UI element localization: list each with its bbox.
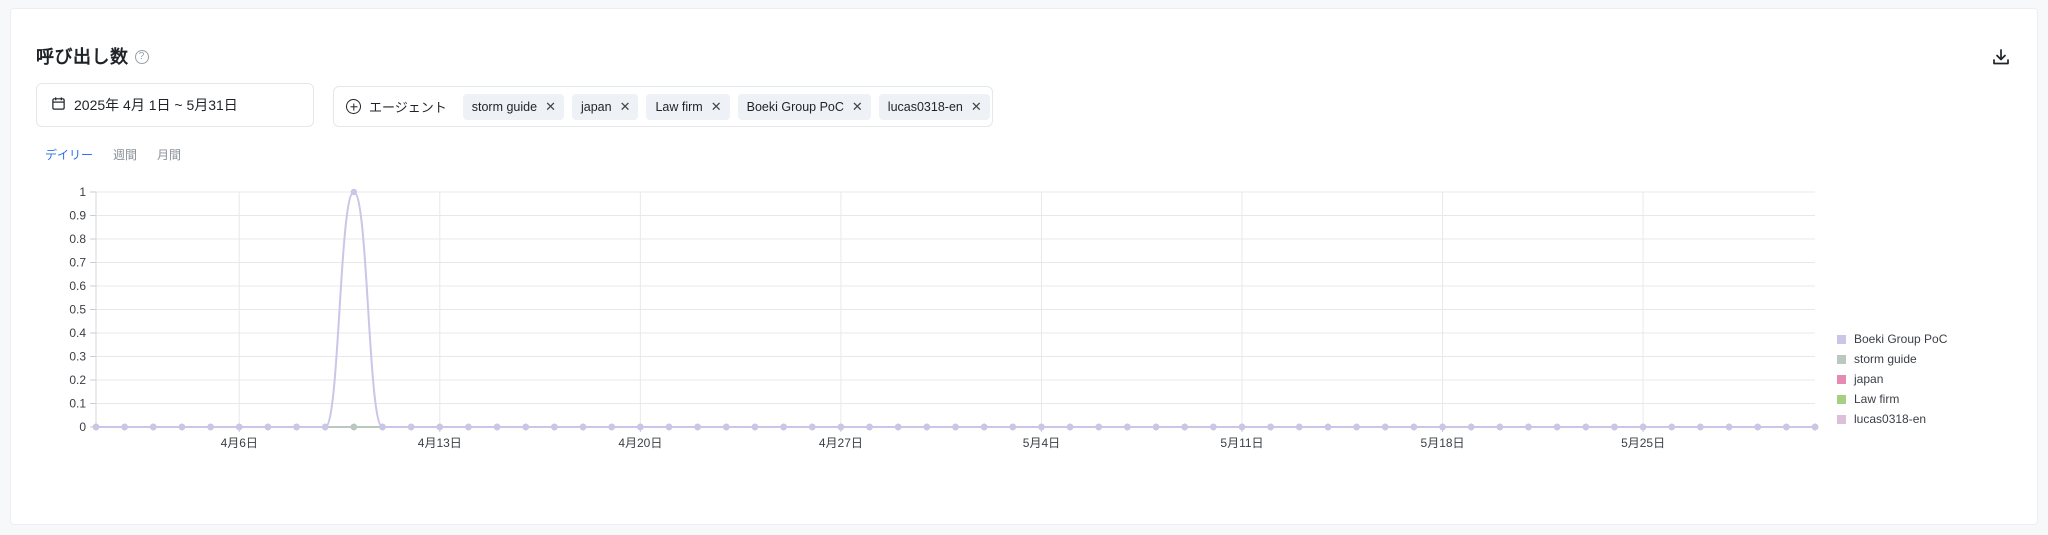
data-point [293, 423, 300, 431]
x-tick-label: 5月18日 [1421, 436, 1465, 450]
x-tick-label: 4月6日 [221, 436, 258, 450]
y-tick-label: 0.4 [69, 326, 86, 340]
x-tick-label: 5月25日 [1621, 436, 1665, 450]
legend-item[interactable]: japan [1837, 369, 1947, 389]
legend-label: storm guide [1854, 352, 1917, 366]
data-point [1525, 423, 1532, 431]
data-point [1697, 423, 1704, 431]
data-point [322, 423, 329, 431]
data-point [1668, 423, 1675, 431]
y-tick-label: 0.3 [69, 350, 86, 364]
data-point [866, 423, 873, 431]
data-point [350, 188, 358, 196]
data-point [436, 423, 443, 431]
data-point [1152, 423, 1160, 431]
y-tick-label: 0 [79, 420, 86, 434]
data-point [1382, 423, 1389, 431]
data-point [350, 423, 358, 431]
data-point [1783, 423, 1790, 431]
x-tick-label: 5月11日 [1220, 436, 1263, 450]
data-point [895, 423, 902, 431]
data-point [1296, 423, 1303, 431]
data-point [980, 423, 988, 431]
data-point [952, 423, 959, 431]
data-point [694, 423, 701, 431]
data-point [923, 423, 931, 431]
y-tick-label: 0.1 [69, 397, 86, 411]
data-point [150, 423, 157, 431]
data-point [493, 423, 501, 431]
legend-item[interactable]: Law firm [1837, 389, 1947, 409]
data-point [407, 423, 415, 431]
y-tick-label: 0.8 [69, 232, 86, 246]
data-point [1496, 423, 1504, 431]
y-tick-label: 0.9 [69, 209, 86, 223]
data-point [1095, 423, 1102, 431]
legend-swatch [1837, 334, 1846, 344]
data-point [608, 423, 615, 431]
data-point [1066, 423, 1074, 431]
data-point [92, 423, 100, 431]
data-point [1611, 423, 1618, 431]
data-point [178, 423, 186, 431]
data-point [809, 423, 816, 431]
legend-label: Boeki Group PoC [1854, 332, 1948, 346]
legend-item[interactable]: lucas0318-en [1837, 409, 1947, 429]
data-point [1439, 423, 1446, 431]
data-point [751, 423, 759, 431]
data-point [207, 423, 214, 431]
legend-swatch [1837, 374, 1846, 384]
data-point [1038, 423, 1045, 431]
data-point [1009, 423, 1016, 431]
data-point [723, 423, 730, 431]
data-point [780, 423, 787, 431]
data-point [1582, 423, 1590, 431]
data-point [465, 423, 472, 431]
data-point [1238, 423, 1246, 431]
data-point [1410, 423, 1418, 431]
data-point [837, 423, 845, 431]
legend-swatch [1837, 414, 1846, 424]
legend-swatch [1837, 394, 1846, 404]
x-tick-label: 5月4日 [1023, 436, 1060, 450]
data-point [637, 423, 644, 431]
data-point [1754, 423, 1761, 431]
legend-label: Law firm [1854, 392, 1900, 406]
data-point [579, 423, 587, 431]
data-point [121, 423, 128, 431]
legend-item[interactable]: storm guide [1837, 349, 1947, 369]
data-point [522, 423, 529, 431]
data-point [236, 423, 243, 431]
x-tick-label: 4月20日 [618, 436, 662, 450]
data-point [1124, 423, 1131, 431]
y-tick-label: 1 [79, 185, 86, 199]
y-tick-label: 0.6 [69, 279, 86, 293]
data-point [1324, 423, 1332, 431]
data-point [551, 423, 558, 431]
line-chart: 1 0.9 0.8 0.7 0.6 0.5 0.4 0.3 0.2 0.1 0 4月6日 4月13日 4月… [69, 185, 1819, 450]
data-point [1267, 423, 1274, 431]
data-point [1353, 423, 1360, 431]
chart-legend: Boeki Group PoC storm guide japan Law firm l… [1837, 329, 1947, 429]
data-point [1210, 423, 1217, 431]
legend-item[interactable]: Boeki Group PoC [1837, 329, 1947, 349]
x-tick-label: 4月27日 [819, 436, 863, 450]
data-point [1639, 423, 1647, 431]
data-point [379, 423, 386, 431]
y-tick-label: 0.2 [69, 373, 86, 387]
data-point [1811, 423, 1819, 431]
y-tick-label: 0.5 [69, 303, 86, 317]
legend-label: lucas0318-en [1854, 412, 1927, 426]
data-point [1181, 423, 1188, 431]
legend-swatch [1837, 354, 1846, 364]
y-tick-label: 0.7 [69, 256, 86, 270]
data-point [264, 423, 272, 431]
data-point [665, 423, 673, 431]
data-point [1725, 423, 1733, 431]
legend-label: japan [1854, 372, 1884, 386]
data-point [1468, 423, 1475, 431]
x-tick-label: 4月13日 [418, 436, 462, 450]
data-point [1553, 423, 1561, 431]
